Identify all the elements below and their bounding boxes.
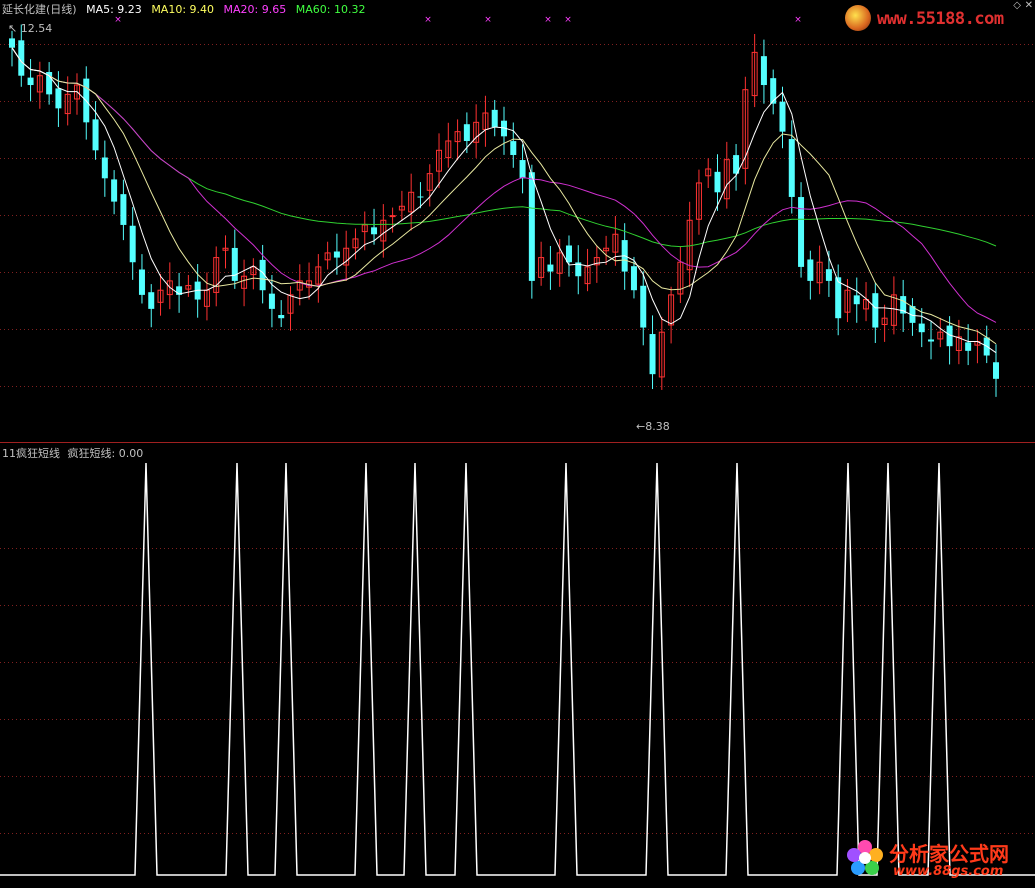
signal-marker-icon: × [544, 15, 552, 25]
candle-body [417, 196, 424, 198]
ma20-label: MA20: 9.65 [223, 3, 287, 16]
ma10-line [11, 47, 997, 345]
candle-body [965, 342, 972, 351]
indicator-header: 11疯狂短线 疯狂短线: 0.00 [2, 445, 147, 461]
candle-body [278, 315, 285, 319]
low-price-label: ←8.38 [636, 420, 670, 433]
high-price-label: ↖ 12.54 [8, 22, 53, 35]
candle-body [27, 77, 34, 86]
flower-logo-icon [847, 840, 883, 875]
indicator-value: 疯狂短线: 0.00 [67, 447, 144, 460]
candle-body [138, 269, 145, 295]
candle-body [798, 197, 805, 267]
ma10-label: MA10: 9.40 [151, 3, 215, 16]
candle-body [760, 56, 767, 86]
candle-body [371, 227, 378, 235]
close-icon[interactable]: ✕ [1025, 0, 1033, 11]
candle-body [770, 78, 777, 104]
candle-body [807, 259, 814, 281]
candle-body [268, 293, 275, 309]
signal-marker-icon: × [424, 15, 432, 25]
candle-body [333, 251, 340, 258]
candle-body [9, 38, 15, 48]
stock-title: 延长化建(日线) [2, 3, 77, 16]
candle-body [389, 215, 396, 218]
candle-body [463, 124, 470, 141]
signal-marker-icon: × [564, 15, 572, 25]
candle-body [649, 334, 656, 375]
price-chart-panel[interactable]: × × × × × × 延长化建(日线) MA5: 9.23 MA10: 9.40 MA2… [0, 0, 1035, 442]
candle-body [510, 141, 517, 155]
candle-body [565, 245, 572, 263]
candle-body [120, 194, 127, 225]
candle-body [111, 179, 118, 202]
logo-url-88gs: www.88gs.com [893, 864, 1004, 879]
candle-body [918, 323, 925, 333]
candle-body [640, 285, 647, 328]
candle-body [92, 119, 99, 151]
candle-body [825, 269, 832, 281]
arrow-left-icon: ← [636, 420, 646, 433]
candle-body [714, 171, 721, 193]
candle-body [872, 293, 879, 328]
ma60-label: MA60: 10.32 [295, 3, 366, 16]
candlestick-chart[interactable]: × × × × × × [0, 0, 1035, 442]
candle-body [853, 295, 860, 305]
logo-url: www.55188.com [877, 9, 1004, 29]
arrow-icon: ↖ [8, 22, 18, 35]
candle-body [148, 292, 155, 309]
candle-body [788, 139, 795, 197]
indicator-id: 11疯狂短线 [2, 447, 60, 460]
candle-body [491, 109, 498, 127]
candle-body [101, 157, 108, 179]
indicator-line [0, 462, 1035, 876]
ma5-label: MA5: 9.23 [86, 3, 142, 16]
site-logo-55188: www.55188.com [841, 2, 1033, 34]
site-logo-88gs: 分析家公式网 www.88gs.com [841, 836, 1031, 886]
indicator-chart[interactable] [0, 443, 1035, 888]
chart-header: 延长化建(日线) MA5: 9.23 MA10: 9.40 MA20: 9.65… [2, 1, 371, 17]
candle-body [928, 339, 935, 342]
logo-emblem-icon [845, 5, 871, 31]
restore-icon[interactable]: ◇ [1013, 0, 1021, 11]
ma5-line [11, 47, 997, 354]
signal-marker-icon: × [484, 15, 492, 25]
candle-body [55, 88, 62, 109]
candle-body [528, 172, 535, 281]
logo-name: 分析家公式网 [889, 842, 1009, 866]
candle-body [519, 160, 526, 179]
indicator-panel[interactable] [0, 443, 1035, 888]
candle-body [547, 264, 554, 272]
candle-body [129, 225, 136, 263]
signal-marker-icon: × [794, 15, 802, 25]
candle-body [779, 101, 786, 132]
ma20-line [11, 47, 997, 323]
candle-body [835, 277, 842, 319]
candle-body [993, 362, 999, 379]
candle-body [630, 266, 637, 291]
